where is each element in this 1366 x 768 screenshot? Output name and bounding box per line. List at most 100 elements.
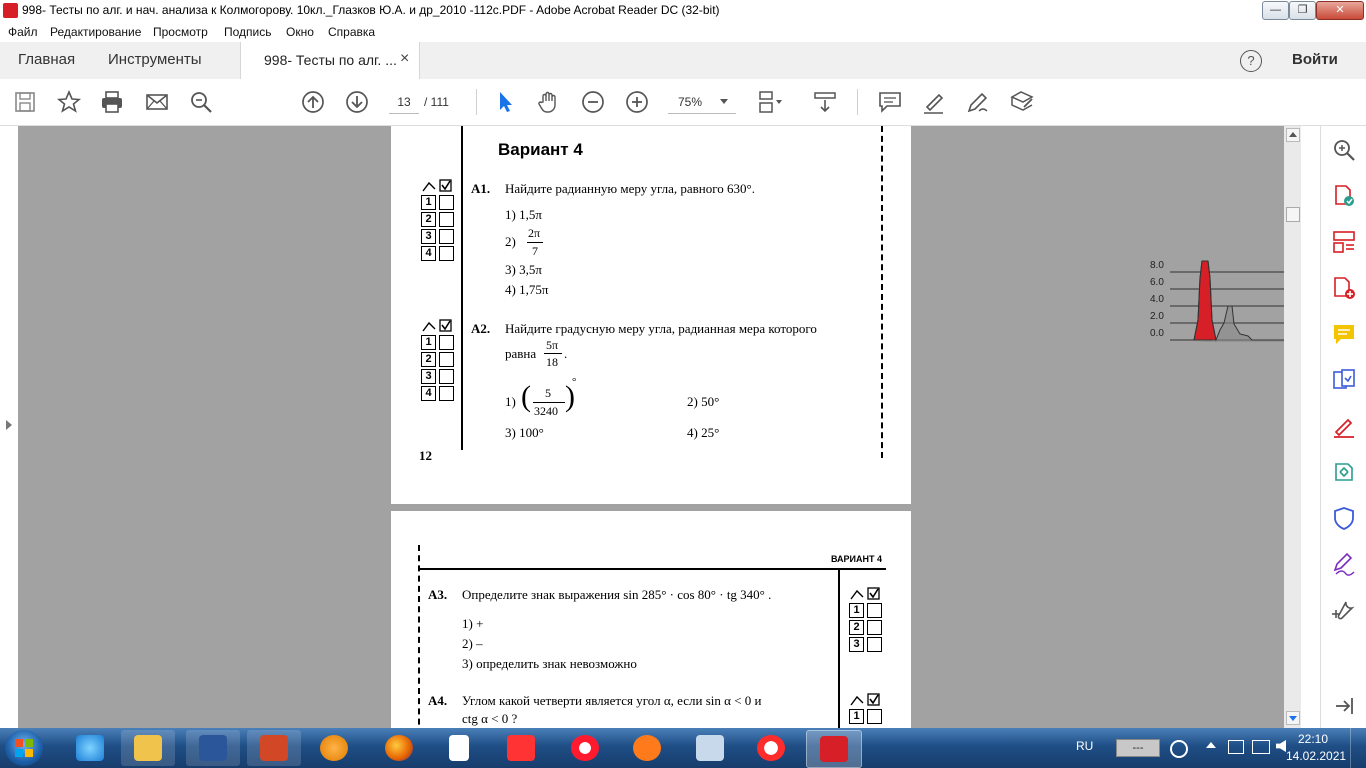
menu-edit[interactable]: Редактирование <box>50 25 141 39</box>
comment-tool-icon[interactable] <box>1332 322 1356 346</box>
menu-window[interactable]: Окно <box>286 25 314 39</box>
paren-left: ( <box>521 380 531 413</box>
close-window-button[interactable]: ✕ <box>1316 1 1364 20</box>
windows-logo-icon <box>15 739 33 757</box>
page-total: / 111 <box>424 95 449 109</box>
highlight-pen-icon[interactable] <box>921 89 947 115</box>
maximize-button[interactable]: ❐ <box>1289 1 1316 20</box>
power-plug-icon[interactable] <box>1170 740 1188 758</box>
tray-expand-icon[interactable] <box>1206 742 1216 748</box>
page-number: 12 <box>419 448 432 463</box>
menu-sign[interactable]: Подпись <box>224 25 272 39</box>
battery-indicator[interactable]: --- <box>1116 739 1160 757</box>
answer-checkbox <box>439 352 454 367</box>
fraction-bar <box>544 353 562 354</box>
hand-tool-icon[interactable] <box>536 89 562 115</box>
taskbar-notepad[interactable] <box>432 730 486 766</box>
acrobat-icon <box>820 736 848 762</box>
tab-close-icon[interactable]: × <box>400 50 409 68</box>
network-icon[interactable] <box>1252 740 1270 754</box>
draw-sign-icon[interactable] <box>965 89 991 115</box>
zoom-search-icon[interactable] <box>1332 138 1356 162</box>
fraction-bar <box>533 402 565 403</box>
help-icon[interactable]: ? <box>1240 50 1262 72</box>
previous-page-icon[interactable] <box>300 89 326 115</box>
search-zoom-icon[interactable] <box>188 89 214 115</box>
zoom-out-icon[interactable] <box>580 89 606 115</box>
scroll-thumb[interactable] <box>1286 207 1300 222</box>
taskbar-app-orange[interactable] <box>620 730 674 766</box>
export-pdf-icon[interactable] <box>1332 184 1356 208</box>
taskbar-acrobat[interactable] <box>806 730 862 768</box>
clock-date[interactable]: 14.02.2021 <box>1286 749 1346 763</box>
expand-left-panel-icon[interactable] <box>6 420 12 430</box>
tab-tools[interactable]: Инструменты <box>108 51 202 68</box>
email-icon[interactable] <box>144 89 170 115</box>
taskbar-yandex-browser[interactable] <box>744 730 798 766</box>
scroll-up-arrow[interactable] <box>1286 128 1300 142</box>
protect-shield-icon[interactable] <box>1332 506 1356 530</box>
taskbar-word[interactable] <box>186 730 240 766</box>
app-store-icon <box>696 735 724 761</box>
zoom-in-icon[interactable] <box>624 89 650 115</box>
option-a2-4: 4) 25° <box>687 425 720 440</box>
option-a3-2: 2) – <box>462 636 483 651</box>
scroll-mode-icon[interactable] <box>812 89 838 115</box>
clock-time[interactable]: 22:10 <box>1298 732 1328 746</box>
collapse-panel-icon[interactable] <box>1332 694 1356 718</box>
taskbar-powerpoint[interactable] <box>247 730 301 766</box>
fill-sign-tool-icon[interactable] <box>1332 414 1356 438</box>
send-for-review-icon[interactable] <box>1332 460 1356 484</box>
zoom-select[interactable]: 75% <box>668 91 736 114</box>
minimize-button[interactable]: — <box>1262 1 1289 20</box>
yandex-browser-icon <box>757 735 785 761</box>
combine-files-icon[interactable] <box>1332 368 1356 392</box>
request-signature-icon[interactable] <box>1332 552 1356 576</box>
taskbar-explorer[interactable] <box>121 730 175 766</box>
taskbar-yandex[interactable] <box>494 730 548 766</box>
document-viewport[interactable]: Вариант 4 1 2 3 4 А1. Найдите радианную … <box>18 126 1284 728</box>
taskbar-media-player[interactable] <box>307 730 361 766</box>
volume-icon[interactable] <box>1276 740 1286 752</box>
box-label: 1 <box>849 709 864 724</box>
menu-help[interactable]: Справка <box>328 25 375 39</box>
taskbar-ie[interactable] <box>63 730 117 766</box>
start-button[interactable] <box>5 730 43 766</box>
media-player-icon <box>320 735 348 761</box>
taskbar-firefox[interactable] <box>372 730 426 766</box>
next-page-icon[interactable] <box>344 89 370 115</box>
save-icon[interactable] <box>12 89 38 115</box>
vertical-scrollbar[interactable] <box>1284 126 1301 728</box>
page-number-input[interactable]: 13 <box>389 91 419 114</box>
taskbar-opera[interactable] <box>558 730 612 766</box>
fraction-numerator: 5π <box>546 338 559 352</box>
taskbar-app-store[interactable] <box>683 730 737 766</box>
more-tools-icon[interactable] <box>1332 598 1356 622</box>
bookmark-star-icon[interactable] <box>56 89 82 115</box>
answer-checkbox <box>867 620 882 635</box>
action-center-icon[interactable] <box>1228 740 1244 754</box>
comment-icon[interactable] <box>877 89 903 115</box>
menu-view[interactable]: Просмотр <box>153 25 208 39</box>
fraction-denominator: 3240 <box>534 404 558 418</box>
fill-sign-icon[interactable] <box>1009 89 1035 115</box>
scroll-down-arrow[interactable] <box>1286 711 1300 725</box>
left-panel <box>0 126 18 728</box>
language-indicator[interactable]: RU <box>1076 739 1093 753</box>
show-desktop-button[interactable] <box>1350 728 1366 768</box>
tab-document[interactable]: 998- Тесты по алг. ... × <box>240 42 420 80</box>
header-rule <box>420 568 886 570</box>
signin-button[interactable]: Войти <box>1292 51 1338 68</box>
box-label: 2 <box>421 352 436 367</box>
create-pdf-icon[interactable] <box>1332 276 1356 300</box>
page-layout-icon[interactable] <box>756 89 782 115</box>
zoom-value: 75% <box>678 95 703 109</box>
select-cursor-icon[interactable] <box>492 89 518 115</box>
tab-home[interactable]: Главная <box>18 51 75 68</box>
tab-document-label: 998- Тесты по алг. ... <box>264 52 397 68</box>
answer-checkbox <box>439 229 454 244</box>
menu-file[interactable]: Файл <box>8 25 38 39</box>
print-icon[interactable] <box>99 89 125 115</box>
question-text-a4: Углом какой четверти является угол α, ес… <box>462 693 762 708</box>
organize-pages-icon[interactable] <box>1332 230 1356 254</box>
